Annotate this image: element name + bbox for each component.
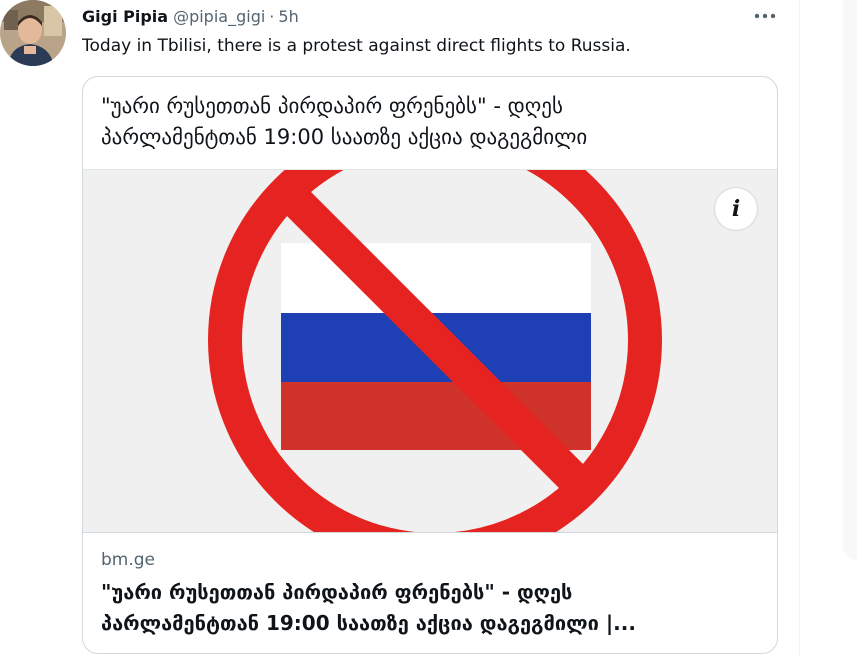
tweet-text: Today in Tbilisi, there is a protest aga… xyxy=(82,36,631,56)
card-domain: bm.ge xyxy=(101,550,156,570)
card-title-line: პარლამენტთან 19:00 საათზე აქცია დაგეგმილ… xyxy=(101,611,636,635)
card-headline: "უარი რუსეთთან პირდაპირ ფრენებს" - დღეს … xyxy=(101,91,751,153)
tweet-header: Gigi Pipia @pipia_gigi · 5h xyxy=(82,5,299,27)
card-image[interactable]: i xyxy=(83,169,777,533)
separator-dot: · xyxy=(269,6,275,26)
card-title: "უარი რუსეთთან პირდაპირ ფრენებს" - დღეს … xyxy=(101,577,761,639)
tweet-timestamp[interactable]: 5h xyxy=(278,7,298,26)
link-preview-card[interactable]: "უარი რუსეთთან პირდაპირ ფრენებს" - დღეს … xyxy=(82,76,778,654)
avatar[interactable] xyxy=(0,0,66,66)
card-footer[interactable]: bm.ge "უარი რუსეთთან პირდაპირ ფრენებს" -… xyxy=(83,533,777,653)
card-headline-line: პარლამენტთან 19:00 საათზე აქცია დაგეგმილ… xyxy=(101,125,588,149)
info-icon: i xyxy=(731,196,741,222)
more-horizontal-icon xyxy=(754,13,776,19)
card-title-line: "უარი რუსეთთან პირდაპირ ფრენებს" - დღეს xyxy=(101,580,573,604)
card-headline-line: "უარი რუსეთთან პირდაპირ ფრენებს" - დღეს xyxy=(101,94,563,118)
prohibited-russian-flag-image xyxy=(83,170,777,532)
info-button[interactable]: i xyxy=(715,188,757,230)
author-handle[interactable]: @pipia_gigi xyxy=(173,7,265,26)
avatar-photo xyxy=(0,0,66,66)
timeline-divider xyxy=(799,0,800,656)
author-name[interactable]: Gigi Pipia xyxy=(82,7,168,26)
right-sidebar-panel xyxy=(843,0,857,560)
more-options-button[interactable] xyxy=(750,2,780,30)
